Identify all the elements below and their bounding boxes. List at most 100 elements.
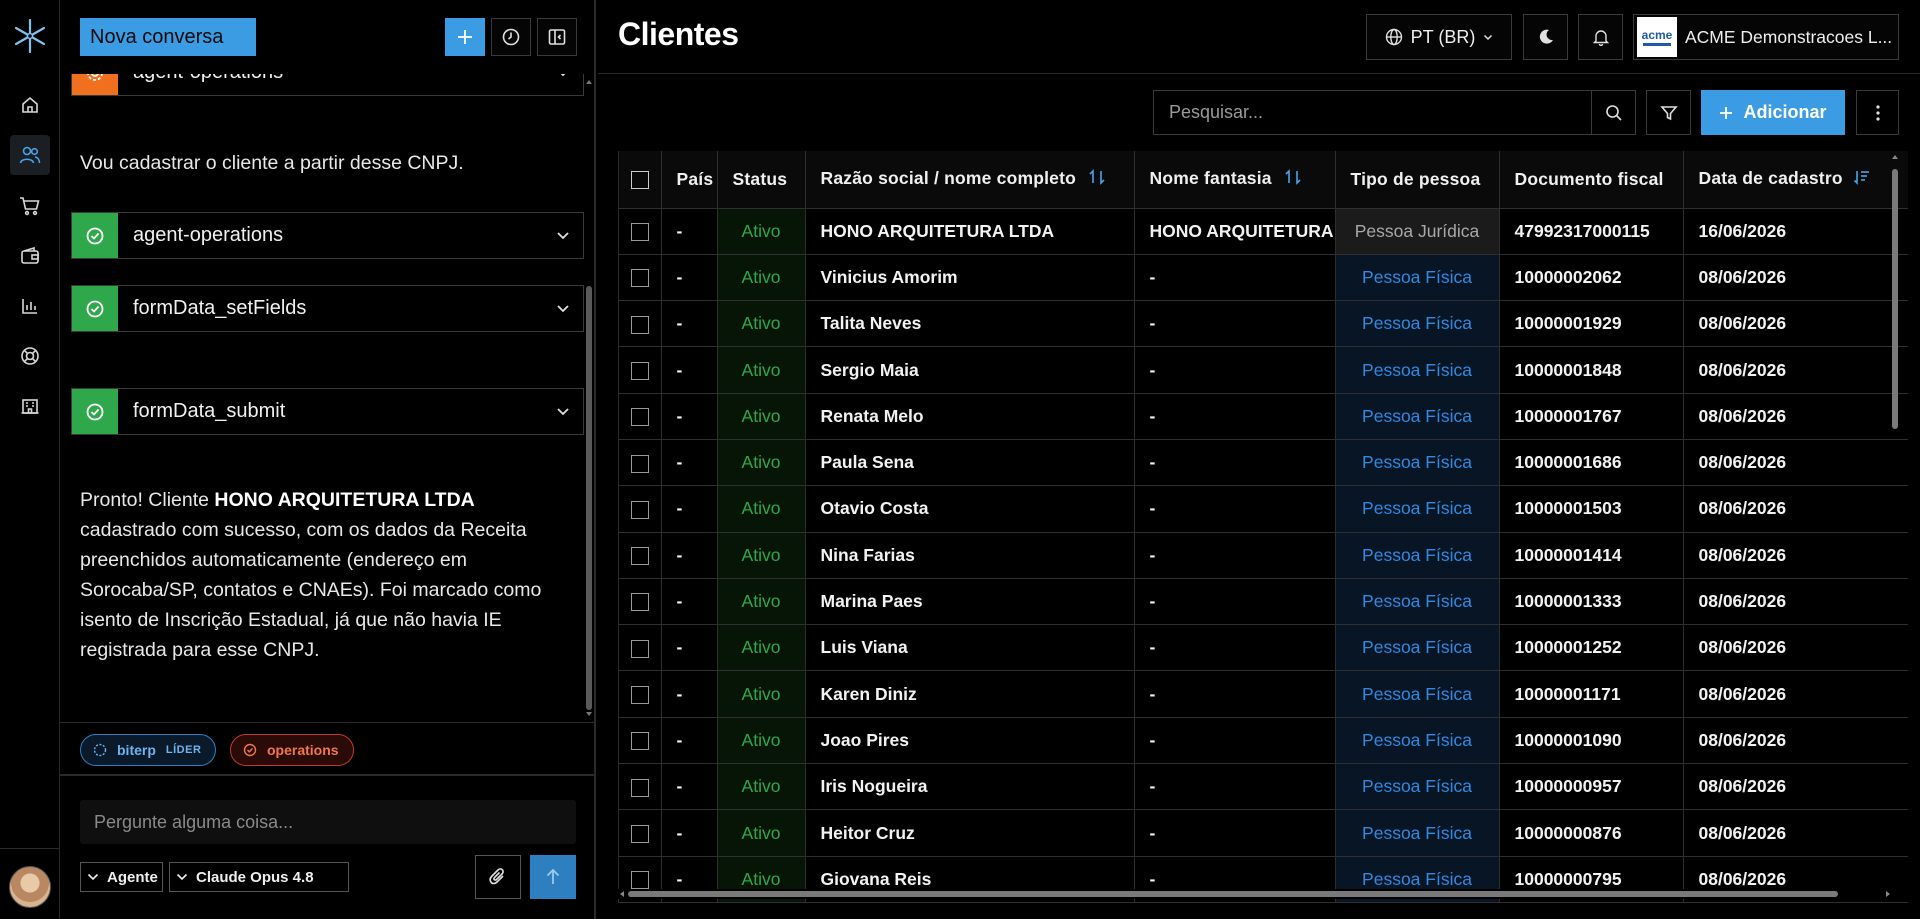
row-checkbox[interactable]: [619, 254, 662, 302]
sidebar-toggle-icon[interactable]: [537, 18, 577, 56]
row-checkbox[interactable]: [619, 485, 662, 533]
theme-toggle-button[interactable]: [1523, 14, 1568, 60]
row-checkbox[interactable]: [619, 809, 662, 857]
home-icon[interactable]: [10, 85, 50, 125]
sort-icon[interactable]: [1284, 168, 1302, 191]
cell-razao-social[interactable]: HONO ARQUITETURA LTDA: [805, 208, 1135, 255]
agent-chip-operations[interactable]: operations: [230, 734, 354, 766]
cell-razao-social[interactable]: Talita Neves: [805, 300, 1135, 348]
row-checkbox[interactable]: [619, 300, 662, 348]
row-checkbox[interactable]: [619, 578, 662, 626]
mode-select[interactable]: Agente: [80, 862, 163, 892]
notifications-button[interactable]: [1578, 14, 1623, 60]
table-row[interactable]: - Ativo Heitor Cruz - Pessoa Física 100000008…: [619, 809, 1908, 857]
table-row[interactable]: - Ativo Marina Paes - Pessoa Física 100000013…: [619, 578, 1908, 626]
column-header-nome-fantasia[interactable]: Nome fantasia: [1134, 151, 1336, 209]
table-row[interactable]: - Ativo HONO ARQUITETURA LTDA HONO ARQUITET…: [619, 208, 1908, 255]
attach-file-button[interactable]: [475, 855, 521, 899]
agent-chip-biterp[interactable]: biterp LÍDER: [80, 734, 217, 766]
user-avatar[interactable]: [9, 866, 51, 908]
table-row[interactable]: - Ativo Vinicius Amorim - Pessoa Física 10000…: [619, 254, 1908, 302]
column-header-documento-fiscal[interactable]: Documento fiscal: [1499, 151, 1684, 209]
wallet-icon[interactable]: [10, 236, 50, 276]
lifebuoy-icon[interactable]: [10, 336, 50, 376]
cart-icon[interactable]: [10, 186, 50, 226]
cell-razao-social[interactable]: Vinicius Amorim: [805, 254, 1135, 302]
chat-scrollbar[interactable]: [584, 76, 594, 720]
model-select[interactable]: Claude Opus 4.8: [169, 862, 349, 892]
chat-input[interactable]: Pergunte alguma coisa...: [80, 800, 576, 844]
tool-call-agent-operations[interactable]: agent-operations: [71, 212, 584, 259]
loading-circle-icon: [93, 743, 107, 757]
cell-razao-social[interactable]: Marina Paes: [805, 578, 1135, 626]
table-row[interactable]: - Ativo Joao Pires - Pessoa Física 1000000109…: [619, 717, 1908, 765]
column-header-status[interactable]: Status: [717, 151, 806, 209]
add-button[interactable]: Adicionar: [1701, 90, 1845, 135]
search-input[interactable]: Pesquisar...: [1153, 90, 1592, 135]
table-row[interactable]: - Ativo Renata Melo - Pessoa Física 100000017…: [619, 393, 1908, 440]
row-checkbox[interactable]: [619, 532, 662, 579]
cell-razao-social[interactable]: Renata Melo: [805, 393, 1135, 440]
new-conversation-button[interactable]: Nova conversa: [80, 18, 256, 56]
sort-icon[interactable]: [1088, 168, 1106, 191]
send-button[interactable]: [530, 855, 576, 899]
sort-descending-icon[interactable]: [1853, 168, 1871, 191]
select-all-checkbox[interactable]: [619, 151, 662, 209]
row-checkbox[interactable]: [619, 670, 662, 718]
table-row[interactable]: - Ativo Otavio Costa - Pessoa Física 10000001…: [619, 485, 1908, 533]
row-checkbox[interactable]: [619, 393, 662, 440]
row-checkbox[interactable]: [619, 763, 662, 811]
agent-chip-label: operations: [267, 742, 339, 758]
column-header-data-cadastro[interactable]: Data de cadastro: [1683, 151, 1908, 209]
column-header-pais[interactable]: País: [661, 151, 718, 209]
cell-data-cadastro: 08/06/2026: [1683, 717, 1908, 765]
more-options-button[interactable]: [1856, 90, 1899, 135]
cell-razao-social[interactable]: Joao Pires: [805, 717, 1135, 765]
row-checkbox[interactable]: [619, 624, 662, 672]
column-header-razao-social[interactable]: Razão social / nome completo: [805, 151, 1135, 209]
message-bold-text: HONO ARQUITETURA LTDA: [214, 489, 475, 511]
cell-razao-social[interactable]: Nina Farias: [805, 532, 1135, 579]
row-checkbox[interactable]: [619, 208, 662, 255]
cell-razao-social[interactable]: Otavio Costa: [805, 485, 1135, 533]
table-row[interactable]: - Ativo Paula Sena - Pessoa Física 1000000168…: [619, 439, 1908, 487]
row-checkbox[interactable]: [619, 717, 662, 765]
cell-razao-social[interactable]: Luis Viana: [805, 624, 1135, 672]
table-hscrollbar-thumb[interactable]: [628, 891, 1838, 897]
language-select[interactable]: PT (BR): [1366, 14, 1512, 60]
table-row[interactable]: - Ativo Nina Farias - Pessoa Física 100000014…: [619, 532, 1908, 579]
column-header-tipo-pessoa[interactable]: Tipo de pessoa: [1335, 151, 1500, 209]
table-row[interactable]: - Ativo Sergio Maia - Pessoa Física 100000018…: [619, 346, 1908, 394]
tool-call-formdata-submit[interactable]: formData_submit: [71, 388, 584, 435]
organization-switcher[interactable]: acme ACME Demonstracoes L...: [1633, 14, 1899, 60]
row-checkbox[interactable]: [619, 346, 662, 394]
tool-call-formdata-setfields[interactable]: formData_setFields: [71, 285, 584, 332]
cell-razao-social[interactable]: Iris Nogueira: [805, 763, 1135, 811]
cell-razao-social[interactable]: Paula Sena: [805, 439, 1135, 487]
row-checkbox[interactable]: [619, 439, 662, 487]
cell-data-cadastro: 08/06/2026: [1683, 532, 1908, 579]
building-icon[interactable]: [10, 386, 50, 426]
table-scrollbar-thumb[interactable]: [1892, 169, 1898, 429]
table-row[interactable]: - Ativo Luis Viana - Pessoa Física 1000000125…: [619, 624, 1908, 672]
table-horizontal-scrollbar[interactable]: [618, 889, 1908, 899]
cell-pais: -: [661, 624, 718, 672]
history-icon[interactable]: [491, 18, 531, 56]
column-header-label: Data de cadastro: [1698, 167, 1843, 188]
check-circle-icon: [72, 389, 118, 434]
chat-scrollbar-thumb[interactable]: [586, 286, 592, 710]
table-vertical-scrollbar[interactable]: [1890, 151, 1900, 889]
table-row[interactable]: - Ativo Iris Nogueira - Pessoa Física 1000000…: [619, 763, 1908, 811]
cell-razao-social[interactable]: Sergio Maia: [805, 346, 1135, 394]
plus-icon[interactable]: [445, 18, 485, 56]
bar-chart-icon[interactable]: [10, 286, 50, 326]
table-row[interactable]: - Ativo Talita Neves - Pessoa Física 10000001…: [619, 300, 1908, 348]
search-button[interactable]: [1591, 90, 1636, 135]
filter-button[interactable]: [1646, 90, 1691, 135]
cell-razao-social[interactable]: Heitor Cruz: [805, 809, 1135, 857]
app-logo-icon[interactable]: [12, 18, 48, 54]
table-row[interactable]: - Ativo Karen Diniz - Pessoa Física 100000011…: [619, 670, 1908, 718]
users-icon[interactable]: [10, 135, 50, 175]
add-button-label: Adicionar: [1743, 102, 1827, 122]
cell-razao-social[interactable]: Karen Diniz: [805, 670, 1135, 718]
